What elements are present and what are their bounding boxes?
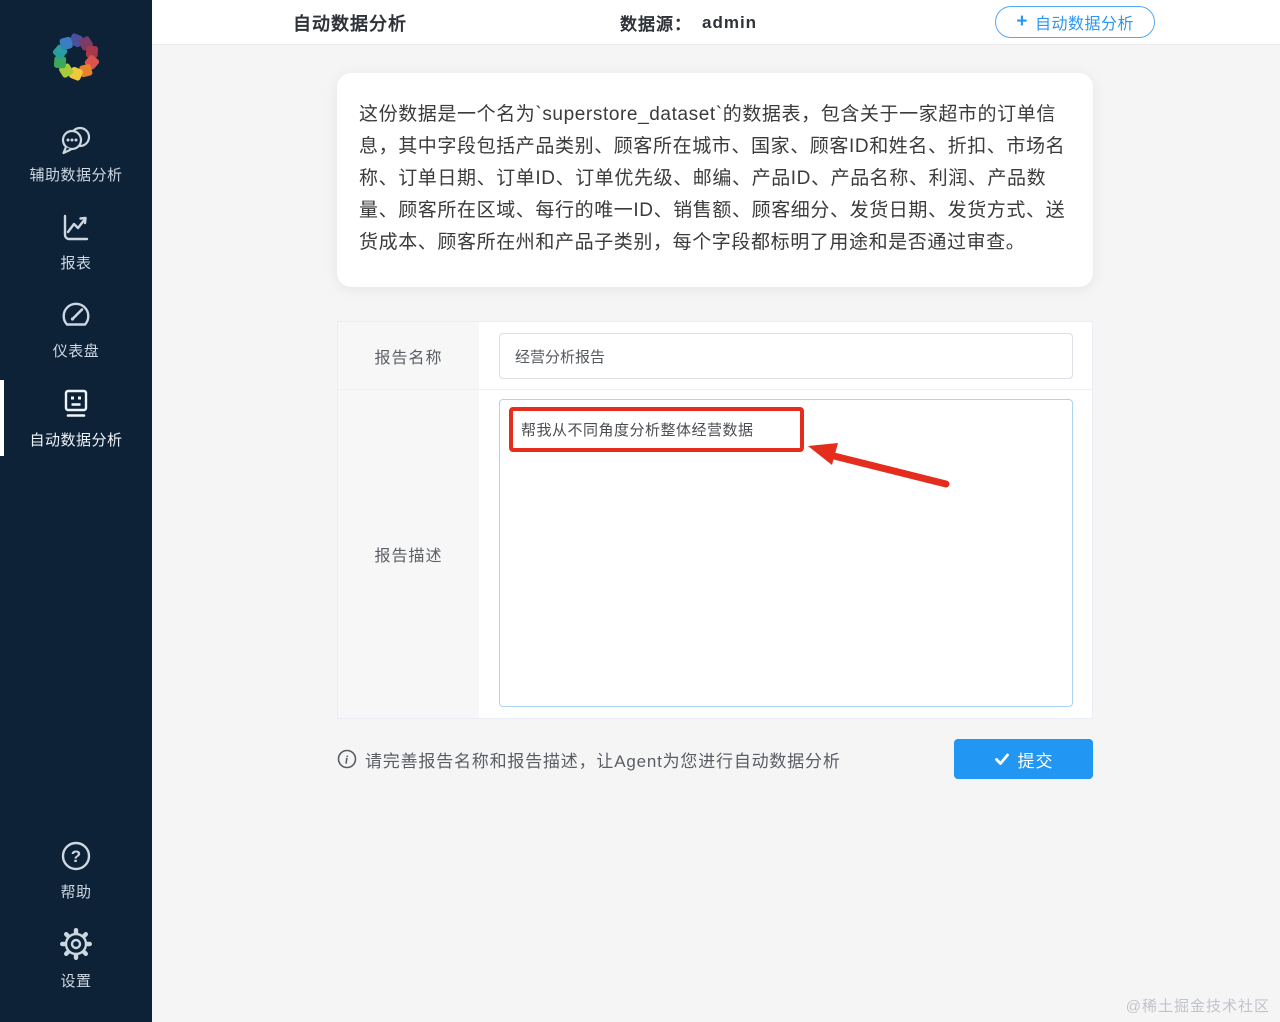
new-auto-analysis-button[interactable]: + 自动数据分析 (995, 6, 1155, 38)
datasource-label: 数据源： (620, 15, 692, 34)
sidebar-item-help[interactable]: ? 帮助 (0, 834, 152, 906)
datasource-indicator: 数据源： admin (620, 0, 757, 45)
sidebar-nav: 辅助数据分析 报表 仪表盘 自动数据分析 (0, 118, 152, 470)
new-auto-analysis-button-label: 自动数据分析 (1034, 16, 1134, 33)
sidebar-item-label: 设置 (60, 973, 92, 990)
sidebar-item-assisted-analysis[interactable]: 辅助数据分析 (0, 118, 152, 190)
report-name-input[interactable] (499, 333, 1073, 379)
report-form: 报告名称 报告描述 帮我从不同角度分析整体经营数据 (337, 321, 1093, 719)
submit-button-label: 提交 (1017, 751, 1054, 771)
report-description-label: 报告描述 (338, 390, 479, 718)
sidebar-item-settings[interactable]: 设置 (0, 922, 152, 994)
submit-button[interactable]: 提交 (954, 739, 1093, 779)
chat-icon (61, 126, 91, 155)
svg-text:?: ? (71, 847, 81, 866)
datasource-value: admin (702, 12, 758, 32)
check-icon (994, 753, 1009, 765)
report-name-field-cell (479, 322, 1092, 389)
dataset-description-card: 这份数据是一个名为`superstore_dataset`的数据表，包含关于一家… (337, 73, 1093, 287)
report-description-textarea[interactable]: 帮我从不同角度分析整体经营数据 (499, 399, 1073, 707)
sidebar-item-dashboard[interactable]: 仪表盘 (0, 294, 152, 366)
page-title: 自动数据分析 (293, 13, 407, 34)
sidebar-item-reports[interactable]: 报表 (0, 206, 152, 278)
report-description-row: 报告描述 帮我从不同角度分析整体经营数据 (338, 390, 1092, 718)
line-chart-icon (63, 214, 89, 241)
main-content: 这份数据是一个名为`superstore_dataset`的数据表，包含关于一家… (337, 73, 1093, 779)
top-header: 自动数据分析 数据源： admin + 自动数据分析 (152, 0, 1280, 45)
watermark-text: @稀土掘金技术社区 (1125, 998, 1270, 1015)
app-window: 辅助数据分析 报表 仪表盘 自动数据分析 ? 帮助 设置 自动数据分析 数据源：… (0, 0, 1280, 1022)
sidebar: 辅助数据分析 报表 仪表盘 自动数据分析 ? 帮助 设置 (0, 0, 152, 1022)
sidebar-item-auto-analysis[interactable]: 自动数据分析 (0, 380, 152, 456)
sidebar-item-label: 辅助数据分析 (29, 167, 123, 184)
robot-icon (64, 389, 88, 417)
report-description-value: 帮我从不同角度分析整体经营数据 (521, 422, 754, 439)
report-description-field-cell: 帮我从不同角度分析整体经营数据 (479, 390, 1092, 718)
help-icon: ? (61, 841, 91, 871)
sidebar-item-label: 报表 (60, 255, 92, 272)
annotation-highlight-box: 帮我从不同角度分析整体经营数据 (509, 407, 804, 452)
settings-icon (59, 927, 92, 960)
report-name-row: 报告名称 (338, 322, 1092, 390)
sidebar-bottom-nav: ? 帮助 设置 (0, 834, 152, 1022)
gauge-icon (62, 302, 90, 326)
sidebar-item-label: 仪表盘 (52, 343, 100, 360)
report-name-label: 报告名称 (338, 322, 479, 389)
app-logo-pinwheel-icon (52, 33, 100, 81)
info-icon: i (337, 749, 357, 769)
plus-icon: + (1016, 10, 1028, 32)
form-hint: i 请完善报告名称和报告描述，让Agent为您进行自动数据分析 (337, 747, 841, 772)
form-hint-text: 请完善报告名称和报告描述，让Agent为您进行自动数据分析 (365, 751, 841, 771)
sidebar-item-label: 自动数据分析 (29, 432, 123, 449)
action-row: i 请完善报告名称和报告描述，让Agent为您进行自动数据分析 提交 (337, 739, 1093, 779)
sidebar-item-label: 帮助 (60, 884, 92, 901)
dataset-description-text: 这份数据是一个名为`superstore_dataset`的数据表，包含关于一家… (359, 104, 1066, 253)
svg-text:i: i (345, 753, 349, 767)
